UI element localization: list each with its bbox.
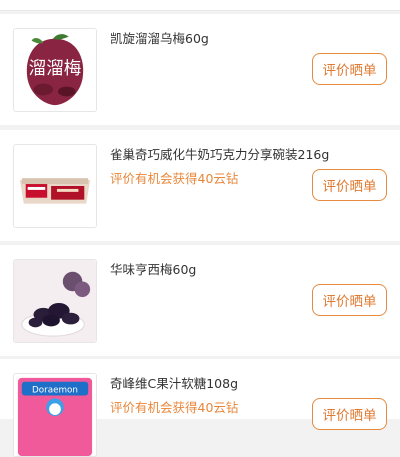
order-item-wumei: 溜溜梅 凯旋溜溜乌梅60g 评价晒单	[0, 14, 400, 125]
plum-pack-image: 溜溜梅	[14, 29, 96, 111]
logo-text: 溜溜梅	[29, 59, 82, 79]
product-image-kitkat[interactable]	[13, 144, 97, 228]
order-item-prune: 华味亨西梅60g 评价晒单	[0, 245, 400, 356]
product-title[interactable]: 奇峰维C果汁软糖108g	[110, 373, 238, 392]
review-button[interactable]: 评价晒单	[312, 284, 387, 316]
product-title[interactable]: 雀巢奇巧威化牛奶巧克力分享碗装216g	[110, 144, 329, 163]
order-item-vc-candy: Doraemon 奇峰维C果汁软糖108g 评价有机会获得40云钻 评价晒单	[0, 359, 400, 457]
review-button[interactable]: 评价晒单	[312, 398, 387, 430]
product-title[interactable]: 华味亨西梅60g	[110, 259, 196, 278]
product-title[interactable]: 凯旋溜溜乌梅60g	[110, 28, 209, 47]
prune-bowl-image	[14, 260, 96, 342]
doraemon-candy-image: Doraemon	[14, 374, 96, 456]
order-item-kitkat: 雀巢奇巧威化牛奶巧克力分享碗装216g 评价有机会获得40云钻 评价晒单	[0, 130, 400, 241]
product-image-vc-candy[interactable]: Doraemon	[13, 373, 97, 457]
review-button[interactable]: 评价晒单	[312, 53, 387, 85]
logo-text: Doraemon	[32, 386, 78, 396]
kitkat-bowl-image	[14, 145, 96, 227]
review-button[interactable]: 评价晒单	[312, 169, 387, 201]
reward-hint: 评价有机会获得40云钻	[110, 171, 239, 186]
product-image-prune[interactable]	[13, 259, 97, 343]
product-image-wumei[interactable]: 溜溜梅	[13, 28, 97, 112]
previous-order-card	[0, 0, 400, 11]
